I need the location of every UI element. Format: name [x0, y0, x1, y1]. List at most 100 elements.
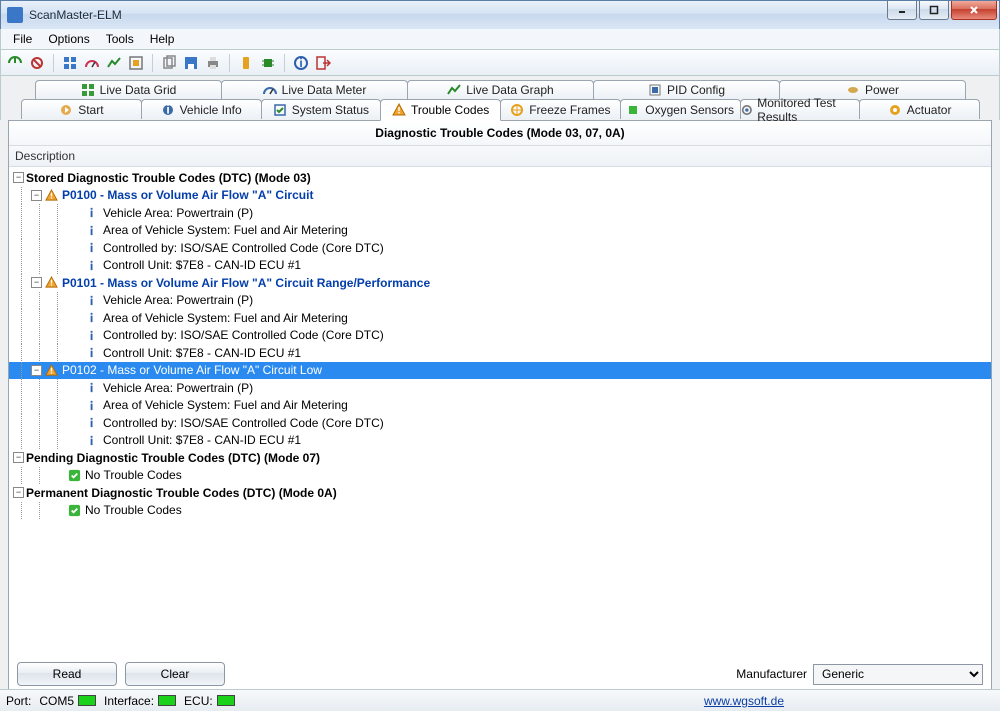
tree-label: Area of Vehicle System: Fuel and Air Met…: [103, 398, 348, 412]
toolbar-meter-icon[interactable]: [84, 55, 100, 71]
permanent-no-codes[interactable]: No Trouble Codes: [9, 502, 991, 520]
menu-options[interactable]: Options: [40, 29, 97, 49]
status-icon: [273, 103, 287, 117]
warn-icon: [45, 364, 58, 377]
tab-actuator[interactable]: Actuator: [859, 99, 980, 119]
dtc-0-detail-3[interactable]: Controll Unit: $7E8 - CAN-ID ECU #1: [9, 257, 991, 275]
status-port-value: COM5: [39, 694, 74, 708]
tab-freeze-frames[interactable]: Freeze Frames: [500, 99, 621, 119]
upper-tab-live-data-graph[interactable]: Live Data Graph: [407, 80, 594, 99]
tab-start[interactable]: Start: [21, 99, 142, 119]
menu-file[interactable]: File: [5, 29, 40, 49]
collapse-icon[interactable]: −: [13, 172, 24, 183]
tab-system-status[interactable]: System Status: [261, 99, 382, 119]
dtc-0[interactable]: −P0100 - Mass or Volume Air Flow "A" Cir…: [9, 187, 991, 205]
panel-title: Diagnostic Trouble Codes (Mode 03, 07, 0…: [9, 121, 991, 146]
detail-icon: [86, 346, 99, 359]
tree-label: Controll Unit: $7E8 - CAN-ID ECU #1: [103, 346, 301, 360]
ok-icon: [68, 469, 81, 482]
stored-dtc-header[interactable]: −Stored Diagnostic Trouble Codes (DTC) (…: [9, 169, 991, 187]
warn-icon: [392, 103, 406, 117]
toolbar-graph-icon[interactable]: [106, 55, 122, 71]
dtc-1-detail-0[interactable]: Vehicle Area: Powertrain (P): [9, 292, 991, 310]
maximize-button[interactable]: [919, 1, 949, 20]
graph-icon: [447, 83, 461, 97]
detail-icon: [86, 224, 99, 237]
dtc-2-detail-2[interactable]: Controlled by: ISO/SAE Controlled Code (…: [9, 414, 991, 432]
dtc-2-detail-3[interactable]: Controll Unit: $7E8 - CAN-ID ECU #1: [9, 432, 991, 450]
tree-label: No Trouble Codes: [85, 468, 182, 482]
dtc-2[interactable]: −P0102 - Mass or Volume Air Flow "A" Cir…: [9, 362, 991, 380]
dtc-0-detail-1[interactable]: Area of Vehicle System: Fuel and Air Met…: [9, 222, 991, 240]
collapse-icon[interactable]: −: [31, 190, 42, 201]
warn-icon: [45, 189, 58, 202]
detail-icon: [86, 399, 99, 412]
read-button[interactable]: Read: [17, 662, 117, 686]
tab-label: System Status: [292, 103, 369, 117]
toolbar-copy-icon[interactable]: [161, 55, 177, 71]
toolbar-chip-icon[interactable]: [260, 55, 276, 71]
detail-icon: [86, 259, 99, 272]
config-icon: [648, 83, 662, 97]
dtc-0-detail-0[interactable]: Vehicle Area: Powertrain (P): [9, 204, 991, 222]
minimize-button[interactable]: [887, 1, 917, 20]
tab-oxygen-sensors[interactable]: Oxygen Sensors: [620, 99, 741, 119]
pending-no-codes[interactable]: No Trouble Codes: [9, 467, 991, 485]
tree-label: Vehicle Area: Powertrain (P): [103, 293, 253, 307]
menu-help[interactable]: Help: [142, 29, 183, 49]
manufacturer-select[interactable]: Generic: [813, 664, 983, 685]
tree-label: Controll Unit: $7E8 - CAN-ID ECU #1: [103, 433, 301, 447]
toolbar-print-icon[interactable]: [205, 55, 221, 71]
toolbar-save-icon[interactable]: [183, 55, 199, 71]
status-url[interactable]: www.wgsoft.de: [704, 694, 784, 708]
menu-tools[interactable]: Tools: [98, 29, 142, 49]
tab-trouble-codes[interactable]: Trouble Codes: [380, 99, 501, 121]
collapse-icon[interactable]: −: [31, 277, 42, 288]
tab-vehicle-info[interactable]: iVehicle Info: [141, 99, 262, 119]
upper-tab-live-data-meter[interactable]: Live Data Meter: [221, 80, 408, 99]
pending-dtc-header[interactable]: −Pending Diagnostic Trouble Codes (DTC) …: [9, 449, 991, 467]
tab-label: Power: [865, 83, 899, 97]
toolbar-device-icon[interactable]: [238, 55, 254, 71]
toolbar-exit-icon[interactable]: [315, 55, 331, 71]
dtc-1-detail-3[interactable]: Controll Unit: $7E8 - CAN-ID ECU #1: [9, 344, 991, 362]
tab-monitored-test-results[interactable]: Monitored Test Results: [740, 99, 861, 119]
tree-label: Controlled by: ISO/SAE Controlled Code (…: [103, 328, 384, 342]
window-titlebar: ScanMaster-ELM: [0, 0, 1000, 29]
tree-label: Pending Diagnostic Trouble Codes (DTC) (…: [26, 451, 320, 465]
close-button[interactable]: [951, 1, 997, 20]
dtc-0-detail-2[interactable]: Controlled by: ISO/SAE Controlled Code (…: [9, 239, 991, 257]
clear-button[interactable]: Clear: [125, 662, 225, 686]
collapse-icon[interactable]: −: [31, 365, 42, 376]
toolbar: i: [0, 50, 1000, 76]
dtc-tree[interactable]: −Stored Diagnostic Trouble Codes (DTC) (…: [9, 167, 991, 654]
tree-label: Area of Vehicle System: Fuel and Air Met…: [103, 311, 348, 325]
toolbar-config-icon[interactable]: [128, 55, 144, 71]
status-ecu-label: ECU:: [184, 694, 213, 708]
lower-tab-row: StartiVehicle Info System Status Trouble C…: [0, 99, 1000, 120]
dtc-1[interactable]: − P0101 - Mass or Volume Air Flow "A" Cir…: [9, 274, 991, 292]
dtc-2-detail-1[interactable]: Area of Vehicle System: Fuel and Air Met…: [9, 397, 991, 415]
collapse-icon[interactable]: −: [13, 452, 24, 463]
o2-icon: [626, 103, 640, 117]
ok-icon: [68, 504, 81, 517]
dtc-2-detail-0[interactable]: Vehicle Area: Powertrain (P): [9, 379, 991, 397]
meter-icon: [263, 83, 277, 97]
permanent-dtc-header[interactable]: −Permanent Diagnostic Trouble Codes (DTC…: [9, 484, 991, 502]
start-icon: [59, 103, 73, 117]
upper-tab-pid-config[interactable]: PID Config: [593, 80, 780, 99]
toolbar-grid-icon[interactable]: [62, 55, 78, 71]
port-led-icon: [78, 695, 96, 706]
toolbar-connect-icon[interactable]: [7, 55, 23, 71]
tab-label: Live Data Meter: [282, 83, 367, 97]
upper-tab-live-data-grid[interactable]: Live Data Grid: [35, 80, 222, 99]
tab-label: Monitored Test Results: [757, 96, 859, 124]
dtc-1-detail-2[interactable]: Controlled by: ISO/SAE Controlled Code (…: [9, 327, 991, 345]
toolbar-info-icon[interactable]: i: [293, 55, 309, 71]
content-panel: Diagnostic Trouble Codes (Mode 03, 07, 0…: [8, 120, 992, 695]
collapse-icon[interactable]: −: [13, 487, 24, 498]
toolbar-disconnect-icon[interactable]: [29, 55, 45, 71]
dtc-1-detail-1[interactable]: Area of Vehicle System: Fuel and Air Met…: [9, 309, 991, 327]
tree-label: P0101 - Mass or Volume Air Flow "A" Circ…: [62, 276, 430, 290]
detail-icon: [86, 294, 99, 307]
